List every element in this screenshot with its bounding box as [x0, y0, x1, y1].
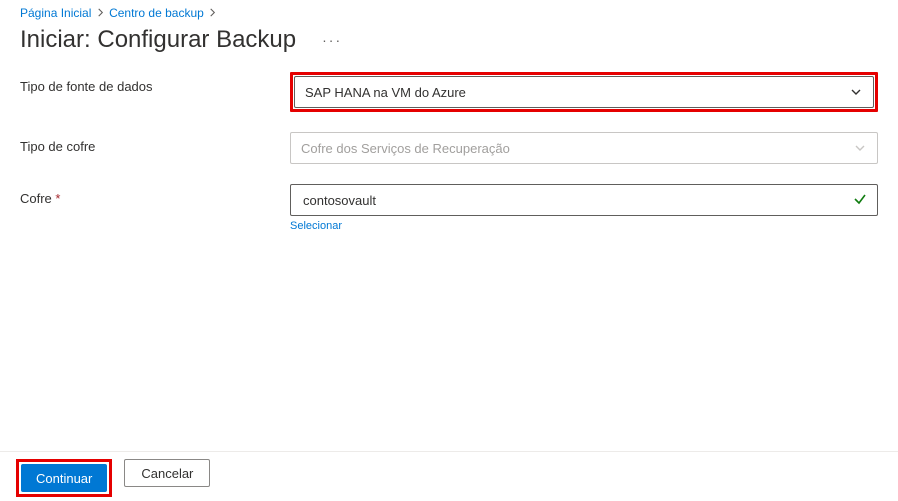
vault-type-value: Cofre dos Serviços de Recuperação [301, 141, 853, 156]
vault-label: Cofre * [20, 184, 290, 206]
page-title: Iniciar: Configurar Backup [20, 26, 296, 54]
datasource-type-label: Tipo de fonte de dados [20, 72, 290, 94]
chevron-right-icon [97, 6, 104, 20]
breadcrumb-backup-center[interactable]: Centro de backup [109, 6, 204, 20]
more-icon[interactable]: ··· [322, 32, 342, 48]
breadcrumb: Página Inicial Centro de backup [0, 0, 898, 20]
breadcrumb-home[interactable]: Página Inicial [20, 6, 91, 20]
vault-type-select: Cofre dos Serviços de Recuperação [290, 132, 878, 164]
chevron-down-icon [849, 85, 863, 99]
vault-select-link[interactable]: Selecionar [290, 220, 342, 232]
chevron-down-icon [853, 141, 867, 155]
continue-button[interactable]: Continuar [21, 464, 107, 492]
cancel-button[interactable]: Cancelar [124, 459, 210, 487]
datasource-type-value: SAP HANA na VM do Azure [305, 85, 849, 100]
datasource-type-select[interactable]: SAP HANA na VM do Azure [294, 76, 874, 108]
vault-type-label: Tipo de cofre [20, 132, 290, 154]
vault-input[interactable] [301, 192, 853, 209]
required-asterisk: * [55, 191, 60, 206]
vault-input-wrap [290, 184, 878, 216]
highlight-datasource: SAP HANA na VM do Azure [290, 72, 878, 112]
checkmark-icon [853, 192, 867, 209]
highlight-continue: Continuar [16, 459, 112, 497]
chevron-right-icon [209, 6, 216, 20]
footer-bar: Continuar Cancelar [0, 451, 898, 501]
